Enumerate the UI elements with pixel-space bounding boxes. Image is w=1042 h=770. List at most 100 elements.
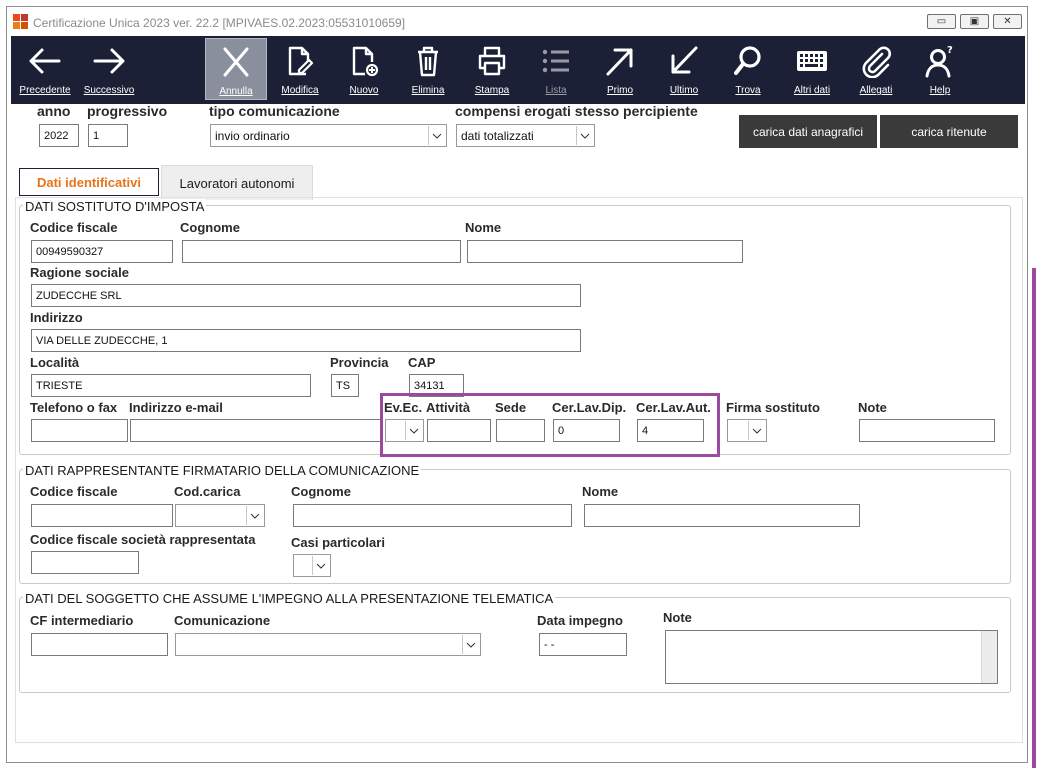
note-sostituto-field[interactable]	[859, 419, 995, 442]
tab-dati-identificativi[interactable]: Dati identificativi	[19, 168, 159, 196]
toolbar-button-stampa[interactable]: Stampa	[461, 38, 523, 100]
highlight-annotation	[380, 393, 720, 457]
printer-icon	[478, 46, 506, 76]
toolbar-button-allegati[interactable]: Allegati	[845, 38, 907, 100]
cf-societa-field[interactable]	[31, 551, 139, 574]
telematica-group-title: DATI DEL SOGGETTO CHE ASSUME L'IMPEGNO A…	[23, 591, 556, 606]
chevron-down-icon	[312, 556, 329, 575]
list-icon	[542, 49, 569, 73]
rappresentante-group-title: DATI RAPPRESENTANTE FIRMATARIO DELLA COM…	[23, 463, 422, 478]
cf-intermediario-label: CF intermediario	[30, 613, 134, 628]
cognome-sostituto-field[interactable]	[182, 240, 461, 263]
arrow-left-icon	[29, 48, 61, 74]
tipo-comunicazione-select[interactable]: invio ordinario	[210, 124, 447, 147]
toolbar-button-primo[interactable]: Primo	[589, 38, 651, 100]
cap-label: CAP	[408, 355, 436, 370]
data-impegno-label: Data impegno	[537, 613, 623, 628]
chevron-down-icon	[576, 126, 593, 145]
search-icon	[734, 46, 761, 75]
minimize-icon: ▭	[936, 16, 947, 27]
close-icon: ✕	[1003, 16, 1012, 27]
firma-sostituto-label: Firma sostituto	[726, 400, 820, 415]
note-scrollbar[interactable]	[981, 631, 997, 683]
toolbar-button-help[interactable]: ? Help	[909, 38, 971, 100]
progressivo-field[interactable]: 1	[88, 124, 128, 147]
nome-sostituto-label: Nome	[465, 220, 502, 235]
comunicazione-select[interactable]	[175, 633, 481, 656]
email-label: Indirizzo e-mail	[129, 400, 223, 415]
close-window-button[interactable]: ✕	[993, 14, 1022, 29]
tab-lavoratori-autonomi[interactable]: Lavoratori autonomi	[161, 165, 313, 200]
firma-sostituto-select[interactable]	[727, 419, 767, 442]
title-bar: Certificazione Unica 2023 ver. 22.2 [MPI…	[7, 7, 1027, 37]
toolbar-button-precedente[interactable]: Precedente	[14, 38, 76, 100]
cod-carica-label: Cod.carica	[174, 484, 241, 499]
minimize-button[interactable]: ▭	[927, 14, 956, 29]
chevron-down-icon	[748, 421, 765, 440]
note-telematica-field[interactable]	[665, 630, 998, 684]
toolbar-button-annulla[interactable]: Annulla	[205, 38, 267, 100]
nome-sostituto-field[interactable]	[467, 240, 743, 263]
anno-field[interactable]: 2022	[39, 124, 79, 147]
ragione-sociale-label: Ragione sociale	[30, 265, 129, 280]
cf-intermediario-field[interactable]	[31, 633, 168, 656]
help-user-icon: ?	[925, 45, 953, 78]
progressivo-label: progressivo	[87, 103, 168, 119]
cognome-rappresentante-field[interactable]	[293, 504, 572, 527]
localita-field[interactable]: TRIESTE	[31, 374, 311, 397]
anno-label: anno	[37, 103, 71, 119]
close-icon	[223, 47, 249, 77]
carica-ritenute-button[interactable]: carica ritenute	[880, 115, 1018, 148]
toolbar-button-altri-dati[interactable]: Altri dati	[781, 38, 843, 100]
toolbar: Precedente Successivo Annulla Modifica N…	[11, 36, 1025, 104]
toolbar-button-successivo[interactable]: Successivo	[78, 38, 140, 100]
data-impegno-field[interactable]: - -	[539, 633, 627, 656]
toolbar-button-trova[interactable]: Trova	[717, 38, 779, 100]
maximize-button[interactable]: ▣	[960, 14, 989, 29]
casi-particolari-select[interactable]	[293, 554, 331, 577]
tipo-comunicazione-label: tipo comunicazione	[209, 103, 340, 119]
note-telematica-label: Note	[663, 610, 692, 625]
comunicazione-label: Comunicazione	[174, 613, 271, 628]
trash-icon	[418, 46, 438, 77]
edit-document-icon	[288, 46, 314, 76]
localita-label: Località	[30, 355, 80, 370]
toolbar-button-ultimo[interactable]: Ultimo	[653, 38, 715, 100]
cf-societa-label: Codice fiscale società rappresentata	[30, 532, 256, 547]
email-field[interactable]	[130, 419, 382, 442]
sostituto-group-title: DATI SOSTITUTO D'IMPOSTA	[23, 199, 207, 214]
window-title: Certificazione Unica 2023 ver. 22.2 [MPI…	[33, 16, 406, 30]
keyboard-icon	[797, 51, 827, 71]
svg-text:?: ?	[947, 45, 953, 56]
nome-rappresentante-label: Nome	[582, 484, 619, 499]
nome-rappresentante-field[interactable]	[584, 504, 860, 527]
cognome-sostituto-label: Cognome	[180, 220, 240, 235]
highlight-annotation-edge	[1032, 268, 1036, 768]
application-window: Certificazione Unica 2023 ver. 22.2 [MPI…	[6, 6, 1028, 763]
telefono-label: Telefono o fax	[30, 400, 118, 415]
cf-rappresentante-label: Codice fiscale	[30, 484, 118, 499]
chevron-down-icon	[428, 126, 445, 145]
toolbar-button-nuovo[interactable]: Nuovo	[333, 38, 395, 100]
compensi-select[interactable]: dati totalizzati	[456, 124, 595, 147]
cf-sostituto-field[interactable]: 00949590327	[31, 240, 173, 263]
chevron-down-icon	[246, 506, 263, 525]
telefono-field[interactable]	[31, 419, 128, 442]
arrow-right-icon	[93, 48, 125, 74]
cf-rappresentante-field[interactable]	[31, 504, 173, 527]
app-logo-icon	[13, 14, 28, 29]
carica-dati-anagrafici-button[interactable]: carica dati anagrafici	[739, 115, 877, 148]
paperclip-icon	[862, 46, 891, 78]
ragione-sociale-field[interactable]: ZUDECCHE SRL	[31, 284, 581, 307]
compensi-label: compensi erogati stesso percipiente	[455, 103, 698, 119]
cod-carica-select[interactable]	[175, 504, 265, 527]
indirizzo-field[interactable]: VIA DELLE ZUDECCHE, 1	[31, 329, 581, 352]
toolbar-button-lista[interactable]: Lista	[525, 38, 587, 100]
cf-sostituto-label: Codice fiscale	[30, 220, 118, 235]
toolbar-button-modifica[interactable]: Modifica	[269, 38, 331, 100]
new-document-icon	[352, 46, 379, 77]
arrow-up-right-icon	[606, 48, 633, 76]
toolbar-button-elimina[interactable]: Elimina	[397, 38, 459, 100]
casi-particolari-label: Casi particolari	[291, 535, 385, 550]
provincia-field[interactable]: TS	[331, 374, 359, 397]
